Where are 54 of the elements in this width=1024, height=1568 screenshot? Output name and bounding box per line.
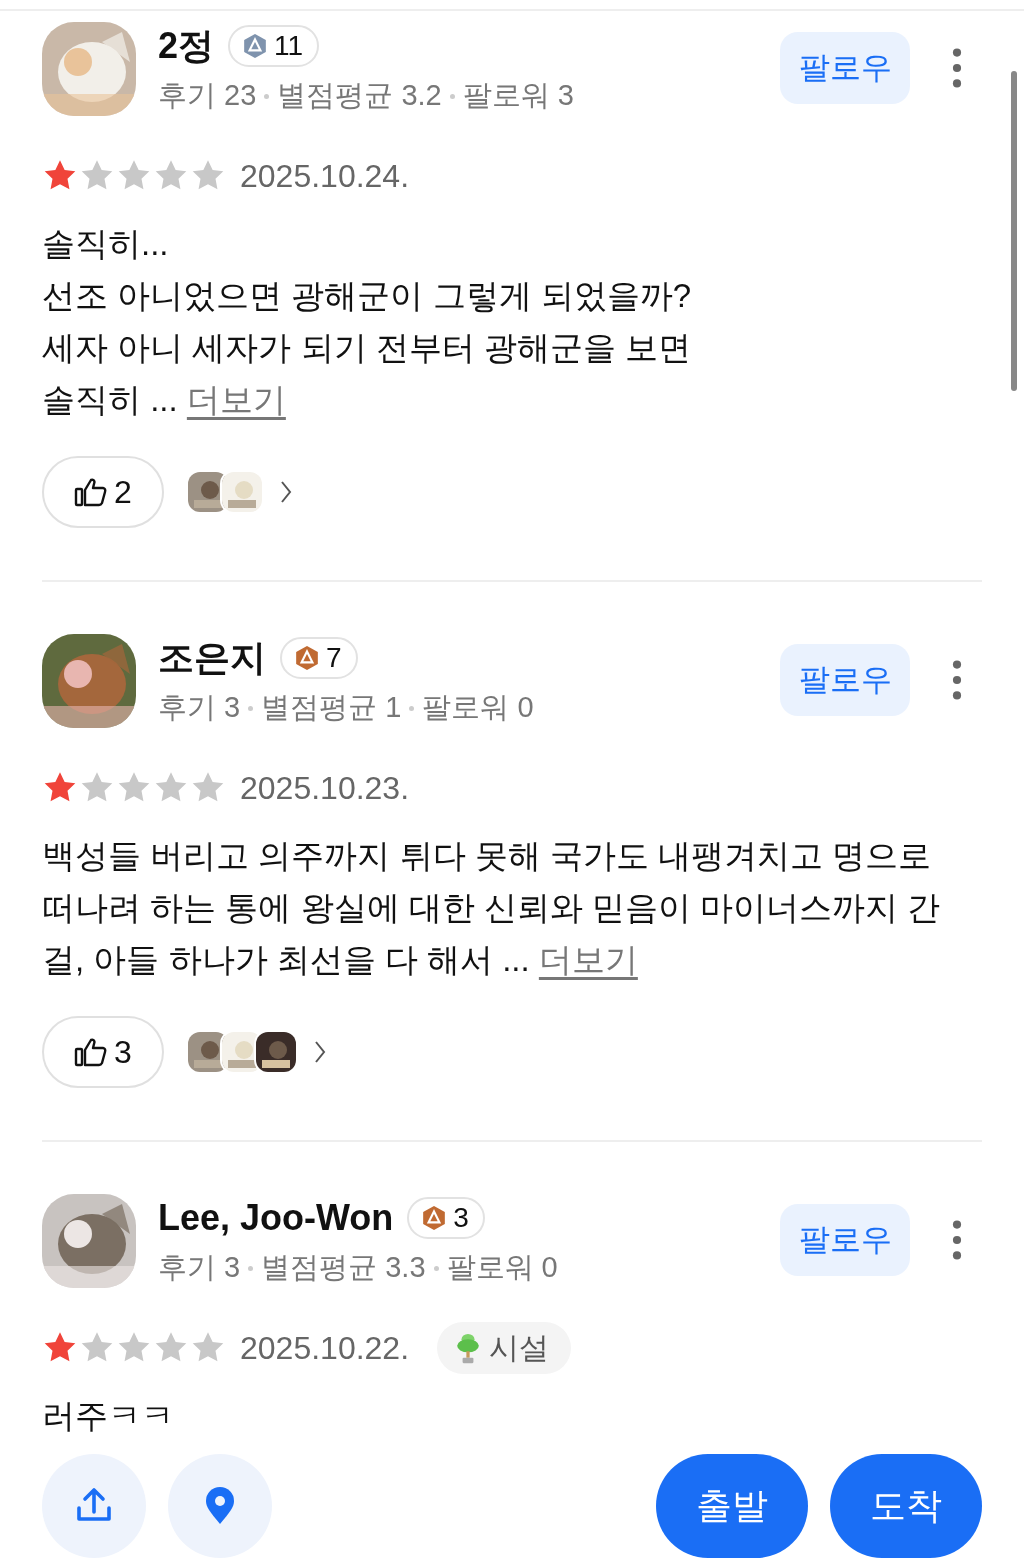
thumbs-up-icon: [74, 1037, 109, 1067]
like-button[interactable]: 2: [42, 456, 164, 528]
reviewer-stat: 별점평균 3.3: [261, 1250, 426, 1285]
review-text: 솔직히 ...: [42, 381, 178, 418]
chevron-right-icon[interactable]: [280, 480, 292, 504]
separator-dot: [264, 93, 270, 99]
tree-icon: [455, 1331, 482, 1365]
departure-button[interactable]: 출발: [656, 1454, 808, 1558]
reviewer-name[interactable]: 2정: [158, 21, 215, 71]
review-date: 2025.10.23.: [240, 769, 410, 807]
separator-dot: [248, 705, 254, 711]
reviewer-stat: 후기 3: [158, 690, 241, 725]
hexagon-icon: [421, 1205, 448, 1231]
reviewer-name[interactable]: Lee, Joo-Won: [158, 1197, 394, 1239]
follow-button[interactable]: 팔로우: [780, 1204, 910, 1276]
review-date: 2025.10.24.: [240, 157, 410, 195]
reviewer-stat: 후기 3: [158, 1250, 241, 1285]
level-badge: 7: [280, 637, 358, 679]
more-options-icon[interactable]: [952, 1220, 962, 1260]
scrollbar[interactable]: [1011, 71, 1017, 391]
level-badge: 3: [407, 1197, 485, 1239]
chevron-right-icon[interactable]: [314, 1040, 326, 1064]
reviewer-stat: 팔로워 3: [462, 78, 574, 113]
separator-dot: [409, 705, 415, 711]
arrival-button[interactable]: 도착: [830, 1454, 982, 1558]
review-text: 솔직히...: [42, 224, 170, 264]
review-text: 걸, 아들 하나가 최선을 다 해서 ...: [42, 941, 530, 978]
separator-dot: [449, 93, 455, 99]
review-text: 세자 아니 세자가 되기 전부터 광해군을 보면: [42, 328, 692, 368]
follow-button[interactable]: 팔로우: [780, 32, 910, 104]
reviewer-name[interactable]: 조은지: [158, 633, 266, 683]
reviewer-stat: 별점평균 3.2: [277, 78, 442, 113]
more-options-icon[interactable]: [952, 48, 962, 88]
review-date: 2025.10.22.: [240, 1329, 410, 1367]
read-more-link[interactable]: 더보기: [186, 381, 286, 418]
review-text: 러주ㅋㅋ: [42, 1396, 175, 1436]
review-text: 떠나려 하는 통에 왕실에 대한 신뢰와 믿음이 마이너스까지 간: [42, 888, 942, 928]
reviewer-stat: 팔로워 0: [422, 690, 534, 725]
follow-button[interactable]: 팔로우: [780, 644, 910, 716]
separator-dot: [433, 1265, 439, 1271]
level-badge: 11: [228, 25, 320, 67]
review-text: 백성들 버리고 의주까지 튀다 못해 국가도 내팽겨치고 명으로: [42, 836, 933, 876]
like-button[interactable]: 3: [42, 1016, 164, 1088]
separator-dot: [248, 1265, 254, 1271]
reviewer-stat: 후기 23: [158, 78, 257, 113]
review-text: 선조 아니었으면 광해군이 그렇게 되었을까?: [42, 276, 693, 316]
more-options-icon[interactable]: [952, 660, 962, 700]
category-tag: 시설: [437, 1322, 572, 1374]
hexagon-icon: [242, 33, 269, 59]
thumbs-up-icon: [74, 477, 109, 507]
hexagon-icon: [294, 645, 320, 671]
reviewer-stat: 팔로워 0: [446, 1250, 558, 1285]
read-more-link[interactable]: 더보기: [538, 941, 638, 978]
reviewer-stat: 별점평균 1: [261, 690, 402, 725]
